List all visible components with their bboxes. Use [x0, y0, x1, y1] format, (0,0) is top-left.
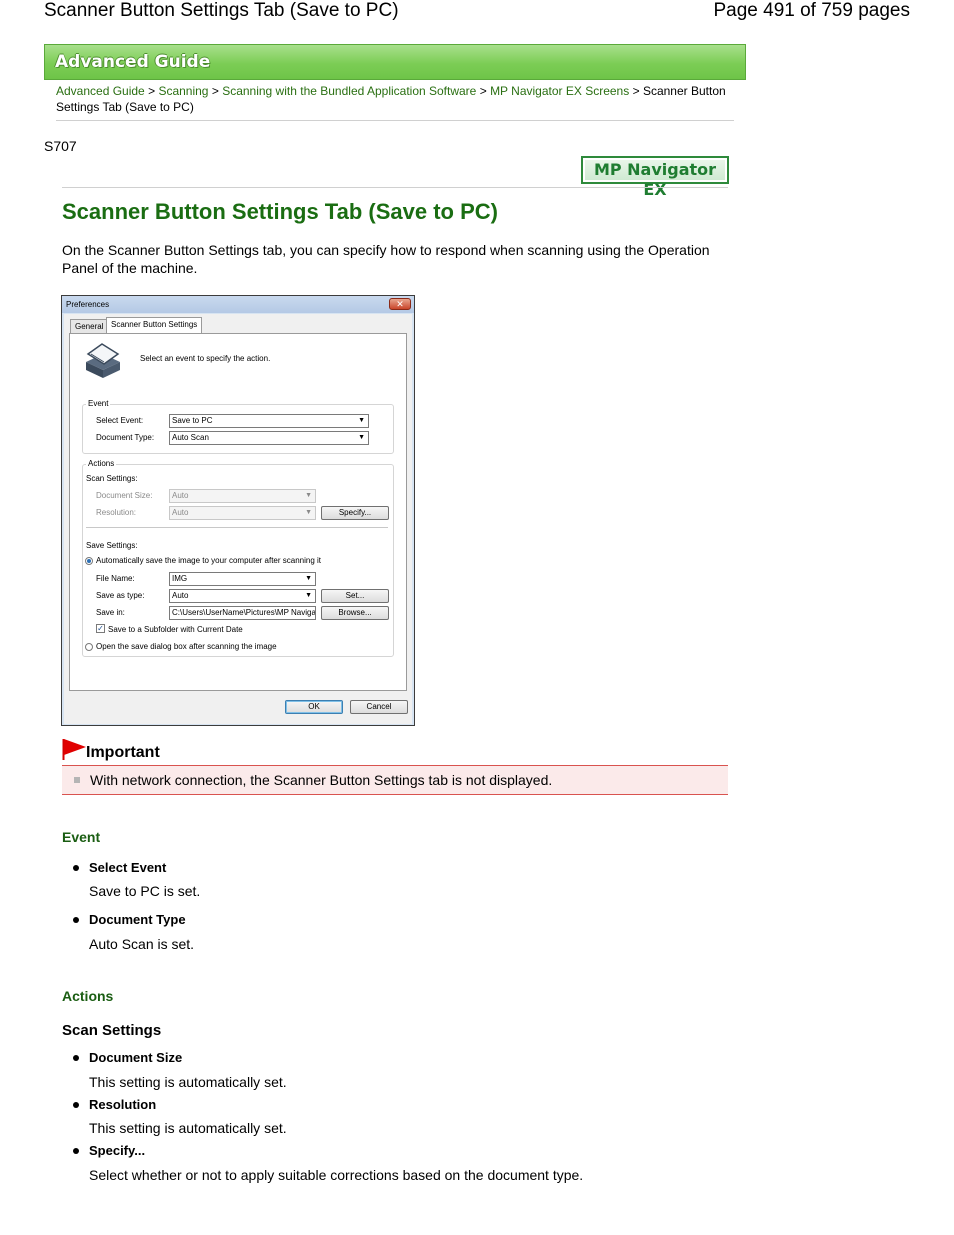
- subfolder-label: Save to a Subfolder with Current Date: [108, 625, 243, 634]
- chevron-down-icon: ▼: [358, 434, 365, 441]
- bullet-icon: [73, 1055, 79, 1061]
- document-type-label: Document Type:: [96, 433, 155, 442]
- save-as-type-value: Auto: [172, 591, 189, 600]
- open-dialog-label: Open the save dialog box after scanning …: [96, 642, 277, 651]
- subfolder-checkbox[interactable]: ✓: [96, 624, 105, 633]
- bullet-icon: [73, 865, 79, 871]
- advanced-guide-banner: Advanced Guide: [44, 44, 746, 80]
- save-as-type-label: Save as type:: [96, 591, 145, 600]
- dialog-body: General Scanner Button Settings Select a…: [64, 314, 412, 724]
- breadcrumb-advanced-guide[interactable]: Advanced Guide: [56, 84, 145, 98]
- save-as-type-dropdown[interactable]: Auto ▼: [169, 589, 316, 603]
- resolution-label: Resolution:: [96, 508, 137, 517]
- document-size-value: Auto: [172, 491, 189, 500]
- specify-desc: Select whether or not to apply suitable …: [89, 1167, 584, 1183]
- specify-button[interactable]: Specify...: [321, 506, 389, 520]
- chevron-down-icon: ▼: [305, 509, 312, 516]
- auto-save-label: Automatically save the image to your com…: [96, 556, 321, 565]
- close-icon[interactable]: ✕: [389, 298, 411, 310]
- chevron-down-icon: ▼: [305, 492, 312, 499]
- save-settings-label: Save Settings:: [86, 541, 138, 550]
- page-code: S707: [44, 138, 77, 154]
- actions-divider: [86, 527, 388, 528]
- page-title: Scanner Button Settings Tab (Save to PC): [62, 199, 498, 224]
- breadcrumb-divider: [56, 120, 734, 121]
- document-size-dropdown[interactable]: Auto ▼: [169, 489, 316, 503]
- event-heading: Event: [62, 829, 101, 845]
- breadcrumb-separator: >: [148, 84, 156, 98]
- cancel-button[interactable]: Cancel: [350, 700, 408, 714]
- important-flag-icon: [62, 739, 86, 760]
- actions-heading: Actions: [62, 988, 114, 1004]
- breadcrumb-separator: >: [632, 84, 640, 98]
- dialog-title: Preferences: [66, 300, 110, 309]
- resolution-term: Resolution: [89, 1097, 157, 1112]
- resolution-value: Auto: [172, 508, 189, 517]
- document-size-desc: This setting is automatically set.: [89, 1074, 287, 1090]
- scan-settings-label: Scan Settings:: [86, 474, 138, 483]
- select-event-label: Select Event:: [96, 416, 144, 425]
- chevron-down-icon: ▼: [358, 417, 365, 424]
- important-heading: Important: [86, 744, 160, 761]
- auto-save-radio[interactable]: [85, 557, 93, 565]
- document-type-desc: Auto Scan is set.: [89, 936, 195, 952]
- chevron-down-icon: ▼: [305, 575, 312, 582]
- file-name-label: File Name:: [96, 574, 135, 583]
- specify-term: Specify...: [89, 1143, 146, 1158]
- tab-general[interactable]: General: [70, 319, 109, 333]
- page-header-title: Scanner Button Settings Tab (Save to PC): [44, 0, 399, 21]
- important-text: With network connection, the Scanner But…: [90, 772, 553, 788]
- bullet-icon: [73, 1102, 79, 1108]
- select-event-term: Select Event: [89, 860, 167, 875]
- preferences-dialog: Preferences ✕ General Scanner Button Set…: [61, 295, 415, 726]
- ok-button[interactable]: OK: [285, 700, 343, 714]
- document-type-term: Document Type: [89, 912, 186, 927]
- file-name-dropdown[interactable]: IMG ▼: [169, 572, 316, 586]
- breadcrumb-separator: >: [479, 84, 487, 98]
- breadcrumb-mp-navigator-screens[interactable]: MP Navigator EX Screens: [490, 84, 629, 98]
- document-size-label: Document Size:: [96, 491, 153, 500]
- document-type-dropdown[interactable]: Auto Scan ▼: [169, 431, 369, 445]
- scanner-icon: [86, 343, 120, 378]
- chevron-down-icon: ▼: [305, 592, 312, 599]
- bullet-icon: [73, 1148, 79, 1154]
- browse-button[interactable]: Browse...: [321, 606, 389, 620]
- document-size-term: Document Size: [89, 1050, 183, 1065]
- breadcrumb-scanning[interactable]: Scanning: [158, 84, 208, 98]
- open-dialog-radio[interactable]: [85, 643, 93, 651]
- page-number: Page 491 of 759 pages: [713, 0, 910, 21]
- important-box: With network connection, the Scanner But…: [62, 765, 728, 795]
- bullet-icon: [73, 917, 79, 923]
- select-event-dropdown[interactable]: Save to PC ▼: [169, 414, 369, 428]
- event-group-label: Event: [86, 399, 111, 408]
- select-event-value: Save to PC: [172, 416, 213, 425]
- dialog-titlebar: Preferences ✕: [62, 296, 414, 313]
- select-event-desc: Save to PC is set.: [89, 883, 201, 899]
- resolution-desc: This setting is automatically set.: [89, 1120, 287, 1136]
- save-in-label: Save in:: [96, 608, 125, 617]
- save-in-field[interactable]: C:\Users\UserName\Pictures\MP Navigato: [169, 606, 316, 620]
- square-bullet-icon: [74, 777, 80, 783]
- intro-paragraph: On the Scanner Button Settings tab, you …: [62, 242, 710, 276]
- actions-group-label: Actions: [86, 459, 117, 468]
- banner-title: Advanced Guide: [55, 52, 211, 72]
- file-name-value: IMG: [172, 574, 188, 583]
- breadcrumb-bundled-software[interactable]: Scanning with the Bundled Application So…: [222, 84, 476, 98]
- title-divider: [62, 187, 728, 188]
- set-button[interactable]: Set...: [321, 589, 389, 603]
- scan-settings-heading: Scan Settings: [62, 1022, 162, 1039]
- resolution-dropdown[interactable]: Auto ▼: [169, 506, 316, 520]
- mp-navigator-logo-text: MP Navigator EX: [585, 160, 725, 199]
- event-group: [82, 404, 394, 454]
- tab-panel: Select an event to specify the action. E…: [69, 333, 407, 691]
- breadcrumb-separator: >: [211, 84, 219, 98]
- instruction-text: Select an event to specify the action.: [140, 354, 271, 363]
- breadcrumb: Advanced Guide > Scanning > Scanning wit…: [56, 83, 736, 115]
- mp-navigator-logo: MP Navigator EX: [581, 156, 729, 199]
- tab-scanner-button-settings[interactable]: Scanner Button Settings: [106, 317, 203, 334]
- document-type-value: Auto Scan: [172, 433, 209, 442]
